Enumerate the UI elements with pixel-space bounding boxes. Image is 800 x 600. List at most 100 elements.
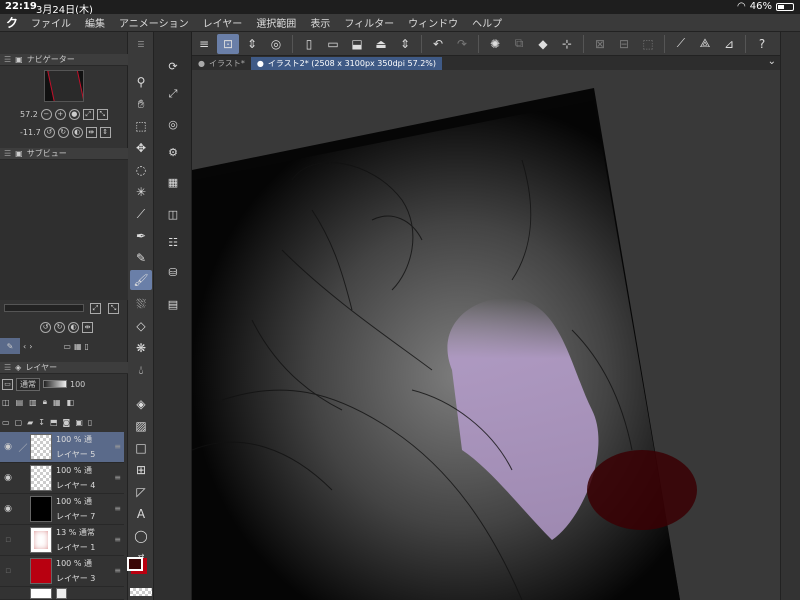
eyedropper-tool-icon[interactable]: ⟋: [130, 204, 152, 224]
subview-flip-icon[interactable]: ⇹: [82, 321, 93, 333]
delete-layer-icon[interactable]: ▯: [88, 418, 92, 427]
layer-menu-icon[interactable]: ≡: [114, 566, 121, 575]
menu-window[interactable]: ウィンドウ: [401, 15, 465, 30]
visibility-eye-icon[interactable]: ◉: [0, 504, 16, 514]
lock-transparency-icon[interactable]: ▦: [53, 398, 61, 407]
list-icon[interactable]: ☷: [162, 232, 184, 252]
right-dock[interactable]: [780, 32, 800, 600]
magic-wand-tool-icon[interactable]: ✳: [130, 182, 152, 202]
subview-rotate-left-icon[interactable]: ↺: [40, 321, 51, 333]
menu-file[interactable]: ファイル: [24, 15, 78, 30]
delete-icon[interactable]: ▯: [85, 342, 89, 351]
timeline-icon[interactable]: ▤: [162, 294, 184, 314]
loading-icon[interactable]: ✺: [484, 34, 506, 54]
more-icon[interactable]: ⇕: [394, 34, 416, 54]
layers-header[interactable]: ☰ ◈ レイヤー: [0, 362, 128, 374]
visibility-eye-icon[interactable]: ◉: [0, 473, 16, 483]
copy-icon[interactable]: ⧉: [508, 34, 530, 54]
subview-header[interactable]: ☰ ▣ サブビュー: [0, 148, 128, 160]
subview-fit-icon[interactable]: ⤢: [90, 303, 101, 314]
import-icon[interactable]: ▦: [74, 342, 82, 351]
pen-tool-icon[interactable]: ✒: [130, 226, 152, 246]
grip-icon[interactable]: ☰: [4, 55, 11, 64]
menu-icon[interactable]: ≡: [193, 34, 215, 54]
artwork-canvas[interactable]: [192, 70, 780, 600]
blend-mode-select[interactable]: 通常: [16, 377, 40, 391]
menu-filter[interactable]: フィルター: [337, 15, 401, 30]
mask-icon[interactable]: ◧: [67, 398, 75, 407]
prev-icon[interactable]: ‹: [23, 342, 26, 351]
gradient-tool-icon[interactable]: ▨: [130, 416, 152, 436]
chevron-down-icon[interactable]: ⌄: [768, 56, 776, 67]
fit-window-icon[interactable]: ⤡: [96, 108, 108, 120]
layer-menu-icon[interactable]: ≡: [114, 504, 121, 513]
grip-icon[interactable]: ☰: [4, 363, 11, 372]
transparent-color-swatch[interactable]: [130, 588, 152, 596]
layer-property-icon[interactable]: ▭: [2, 378, 13, 390]
reference-icon[interactable]: ▤: [16, 398, 24, 407]
settings-icon[interactable]: ⚙: [162, 142, 184, 162]
grip-icon[interactable]: ☰: [130, 34, 152, 54]
decoration-tool-icon[interactable]: ❋: [130, 338, 152, 358]
merge-icon[interactable]: ⬒: [50, 418, 58, 427]
rotate-left-icon[interactable]: ↺: [43, 126, 55, 138]
new-vector-layer-icon[interactable]: ▢: [15, 418, 23, 427]
frame-tool-icon[interactable]: ⊞: [130, 460, 152, 480]
pen-icon[interactable]: ／: [16, 441, 30, 454]
zoom-in-icon[interactable]: +: [54, 108, 66, 120]
brush-tool-icon[interactable]: 🖌︎: [130, 270, 152, 290]
operation-tool-icon[interactable]: ⬚: [130, 116, 152, 136]
subview-slider[interactable]: [4, 304, 84, 312]
fill-tool-icon[interactable]: ◈: [130, 394, 152, 414]
layer-row[interactable]: ◉ ／ 100 % 通レイヤー 5 ≡: [0, 432, 124, 463]
tab-illust-1[interactable]: ● イラスト*: [192, 57, 251, 70]
pencil-tool-icon[interactable]: ✎: [130, 248, 152, 268]
eyedropper-icon[interactable]: ✎: [0, 338, 20, 354]
visibility-eye-icon[interactable]: ▫: [0, 566, 16, 576]
help-icon[interactable]: ?: [751, 34, 773, 54]
export-icon[interactable]: ⏏: [370, 34, 392, 54]
text-tool-icon[interactable]: A: [130, 504, 152, 524]
rotate-right-icon[interactable]: ↻: [57, 126, 69, 138]
transform-icon[interactable]: ⊹: [556, 34, 578, 54]
zoom-tool-icon[interactable]: ⚲: [130, 72, 152, 92]
grip-icon[interactable]: ☰: [4, 149, 11, 158]
menu-layer[interactable]: レイヤー: [196, 15, 250, 30]
snap-icon[interactable]: ◎: [162, 114, 184, 134]
fullscreen-icon[interactable]: ⤢: [162, 84, 184, 104]
layer-menu-icon[interactable]: ≡: [114, 442, 121, 451]
new-folder-icon[interactable]: ▰: [27, 418, 33, 427]
open-file-icon[interactable]: ▭: [322, 34, 344, 54]
new-file-icon[interactable]: ▯: [298, 34, 320, 54]
ruler-tool-icon[interactable]: ◸: [130, 482, 152, 502]
subview-reset-icon[interactable]: ◐: [68, 321, 79, 333]
deselect-icon[interactable]: ⊠: [589, 34, 611, 54]
flip-vertical-icon[interactable]: ⇕: [99, 126, 111, 138]
opacity-value[interactable]: 100: [70, 380, 85, 389]
blend-tool-icon[interactable]: 💧︎: [130, 360, 152, 380]
opacity-slider[interactable]: [43, 380, 67, 388]
lasso-tool-icon[interactable]: ◌: [130, 160, 152, 180]
lock-icon[interactable]: 🔒︎: [43, 397, 47, 407]
clip-icon[interactable]: ◫: [2, 398, 10, 407]
eraser-tool-icon[interactable]: ◇: [130, 316, 152, 336]
subview-rotate-right-icon[interactable]: ↻: [54, 321, 65, 333]
move-up-icon[interactable]: ↧: [38, 418, 45, 427]
navigator-header[interactable]: ☰ ▣ ナビゲーター: [0, 54, 128, 66]
visibility-eye-icon[interactable]: ◉: [0, 442, 16, 452]
visibility-eye-icon[interactable]: ▫: [0, 535, 16, 545]
new-raster-layer-icon[interactable]: ▭: [2, 418, 10, 427]
menu-help[interactable]: ヘルプ: [465, 15, 509, 30]
clear-icon[interactable]: ⊟: [613, 34, 635, 54]
spiral-icon[interactable]: ◎: [265, 34, 287, 54]
next-icon[interactable]: ›: [29, 342, 32, 351]
fill-icon[interactable]: ◆: [532, 34, 554, 54]
flip-horizontal-icon[interactable]: ⇹: [85, 126, 97, 138]
canvas-rotate-icon[interactable]: ⟳: [162, 56, 184, 76]
layer-menu-icon[interactable]: ≡: [114, 473, 121, 482]
airbrush-tool-icon[interactable]: ⛆: [130, 294, 152, 314]
quick-access-icon[interactable]: ⊡: [217, 33, 239, 54]
undo-icon[interactable]: ↶: [427, 34, 449, 54]
invert-icon[interactable]: ⬚: [637, 34, 659, 54]
layer-row[interactable]: ▫ 100 % 通レイヤー 3 ≡: [0, 556, 124, 587]
